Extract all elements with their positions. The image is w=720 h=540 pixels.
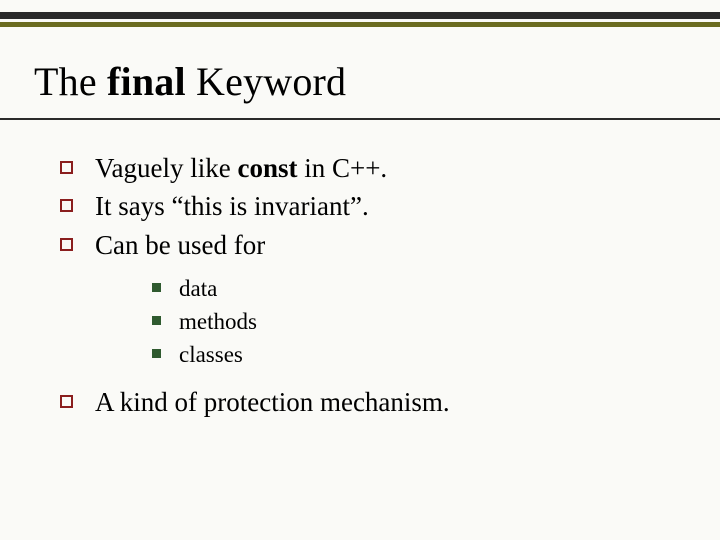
sublist: data methods classes — [152, 273, 680, 370]
title-bold: final — [107, 59, 186, 104]
band-olive — [0, 22, 720, 27]
slide-title: The final Keyword — [34, 58, 346, 105]
sub-text: data — [179, 273, 680, 304]
hollow-square-icon — [60, 161, 73, 174]
filled-square-icon — [152, 316, 161, 325]
t: It says “this is invariant”. — [95, 191, 369, 221]
t: Can be used for — [95, 230, 265, 260]
body: Vaguely like const in C++. It says “this… — [60, 150, 680, 423]
slide: The final Keyword Vaguely like const in … — [0, 0, 720, 540]
list-item: It says “this is invariant”. — [60, 188, 680, 224]
list-item: Can be used for — [60, 227, 680, 263]
sub-text: methods — [179, 306, 680, 337]
list-text: Can be used for — [95, 227, 680, 263]
list-text: Vaguely like const in C++. — [95, 150, 680, 186]
list-item: A kind of protection mechanism. — [60, 384, 680, 420]
sub-item: data — [152, 273, 680, 304]
t: Vaguely like — [95, 153, 237, 183]
filled-square-icon — [152, 349, 161, 358]
top-bands — [0, 12, 720, 27]
hollow-square-icon — [60, 238, 73, 251]
sub-text: classes — [179, 339, 680, 370]
list-text: A kind of protection mechanism. — [95, 384, 680, 420]
t-bold: const — [237, 153, 297, 183]
t: in C++. — [297, 153, 387, 183]
hollow-square-icon — [60, 395, 73, 408]
filled-square-icon — [152, 283, 161, 292]
list-item: Vaguely like const in C++. — [60, 150, 680, 186]
title-rule — [0, 118, 720, 120]
sub-item: classes — [152, 339, 680, 370]
title-post: Keyword — [186, 59, 346, 104]
band-dark — [0, 12, 720, 19]
list-text: It says “this is invariant”. — [95, 188, 680, 224]
hollow-square-icon — [60, 199, 73, 212]
title-pre: The — [34, 59, 107, 104]
sub-item: methods — [152, 306, 680, 337]
